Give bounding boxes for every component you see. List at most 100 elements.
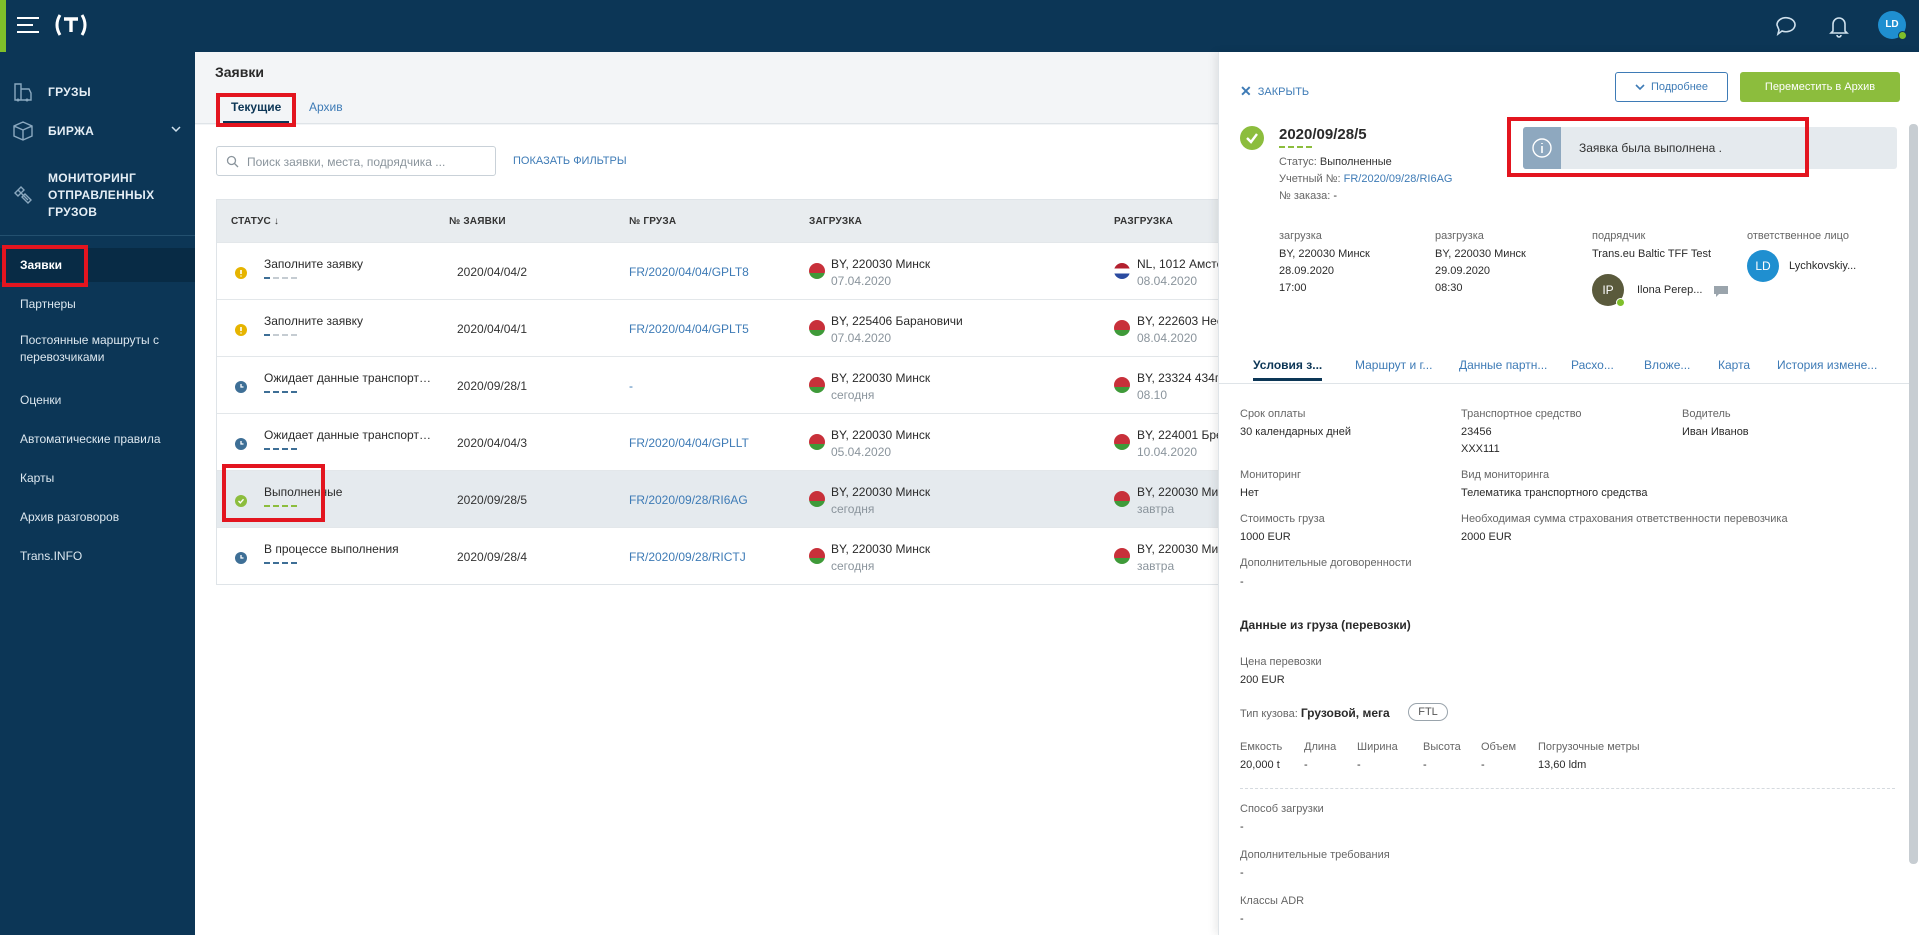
table-body: Заполните заявку 2020/04/04/2 FR/2020/04/0…	[217, 242, 1227, 584]
sidebar-item-exchange[interactable]: БИРЖА	[0, 112, 195, 148]
unloading-place: NL, 1012 Амстердам	[1137, 257, 1227, 271]
search-input[interactable]	[247, 152, 487, 172]
tab-route[interactable]: Маршрут и г...	[1355, 358, 1432, 372]
warning-icon	[235, 267, 247, 279]
tab-partner-data[interactable]: Данные партн...	[1459, 358, 1547, 372]
cargo-number-link[interactable]: FR/2020/09/28/RI6AG	[629, 493, 748, 507]
cargo-number-link[interactable]: FR/2020/04/04/GPLT5	[629, 322, 749, 336]
tab-attachments[interactable]: Вложе...	[1644, 358, 1690, 372]
contractor-person[interactable]: Ilona Perep...	[1637, 284, 1702, 296]
chat-icon[interactable]	[1773, 13, 1799, 39]
responsible-name[interactable]: Lychkovskiy...	[1789, 260, 1856, 272]
responsible-avatar[interactable]: LD	[1747, 250, 1779, 282]
sidebar-item-orders[interactable]: Заявки	[0, 248, 195, 282]
loading-date: сегодня	[831, 559, 875, 573]
tab-map[interactable]: Карта	[1718, 358, 1750, 372]
sidebar-item-partners[interactable]: Партнеры	[0, 287, 195, 321]
belarus-flag-icon	[1114, 320, 1130, 336]
loading-date: 05.04.2020	[831, 445, 892, 459]
progress-dashes	[264, 505, 298, 508]
order-number: 2020/09/28/1	[457, 379, 528, 393]
order-number: 2020/04/04/3	[457, 436, 528, 450]
sidebar-item-monitoring[interactable]: МОНИТОРИНГ ОТПРАВЛЕННЫХ ГРУЗОВ	[0, 162, 195, 222]
table-row[interactable]: Выполненные 2020/09/28/5 FR/2020/09/28/RI6…	[217, 470, 1227, 527]
user-avatar[interactable]: LD	[1878, 11, 1907, 40]
cargo-number-link[interactable]: FR/2020/04/04/GPLLT	[629, 436, 749, 450]
netherlands-flag-icon	[1114, 263, 1130, 279]
close-icon: ✕	[1240, 83, 1252, 99]
message-icon[interactable]	[1714, 286, 1728, 297]
unloading-date: 08.04.2020	[1137, 331, 1198, 345]
close-button[interactable]: ✕ ЗАКРЫТЬ	[1240, 82, 1309, 99]
panel-scrollbar[interactable]	[1909, 124, 1918, 864]
vehicle-value: 23456	[1461, 426, 1492, 438]
cargo-number-link[interactable]: -	[629, 379, 633, 393]
extra-agreements-label: Дополнительные договоренности	[1240, 557, 1412, 569]
order-number: 2020/09/28/5	[1279, 126, 1367, 143]
page-title: Заявки	[215, 64, 264, 80]
sidebar-item-auto-rules[interactable]: Автоматические правила	[0, 422, 195, 456]
clock-icon	[235, 381, 247, 393]
belarus-flag-icon	[1114, 548, 1130, 564]
payment-term-label: Срок оплаты	[1240, 408, 1306, 420]
status-text: В процессе выполнения	[264, 542, 399, 556]
cargo-number-link[interactable]: FR/2020/04/04/GPLT8	[629, 265, 749, 279]
loading-place: BY, 220030 Минск	[1279, 248, 1370, 260]
cargo-number-link[interactable]: FR/2020/09/28/RICTJ	[629, 550, 746, 564]
satellite-icon	[14, 186, 32, 204]
unloading-date: завтра	[1137, 502, 1175, 516]
table-row[interactable]: В процессе выполнения 2020/09/28/4 FR/2020…	[217, 527, 1227, 584]
table-row[interactable]: Ожидает данные транспортн... 2020/09/28/1…	[217, 356, 1226, 413]
sidebar-item-ratings[interactable]: Оценки	[0, 383, 195, 417]
account-number-link[interactable]: FR/2020/09/28/RI6AG	[1344, 173, 1453, 185]
belarus-flag-icon	[809, 548, 825, 564]
contractor-avatar[interactable]: IP	[1592, 274, 1625, 307]
order-number: 2020/04/04/1	[457, 322, 528, 336]
table-row[interactable]: Заполните заявку 2020/04/04/2 FR/2020/04/0…	[217, 242, 1227, 299]
monitoring-type-value: Телематика транспортного средства	[1461, 487, 1648, 499]
height-value: -	[1423, 759, 1427, 771]
more-details-button[interactable]: Подробнее	[1615, 72, 1728, 102]
contractor-initials: IP	[1602, 283, 1614, 297]
table-row[interactable]: Ожидает данные транспортн... 2020/04/04/3…	[217, 413, 1227, 470]
section-divider	[1240, 788, 1895, 789]
sidebar-item-label: Постоянные маршруты с перевозчиками	[20, 333, 159, 364]
tab-conditions[interactable]: Условия з...	[1253, 358, 1323, 381]
loading-meters-label: Погрузочные метры	[1538, 741, 1640, 753]
menu-icon[interactable]	[17, 15, 39, 35]
account-line: Учетный №: FR/2020/09/28/RI6AG	[1279, 173, 1452, 185]
sidebar-item-routes[interactable]: Постоянные маршруты с перевозчиками	[0, 326, 180, 372]
bell-icon[interactable]	[1826, 13, 1852, 39]
volume-label: Объем	[1481, 741, 1517, 753]
belarus-flag-icon	[809, 320, 825, 336]
body-type-line: Тип кузова: Грузовой, мега	[1240, 706, 1390, 720]
sidebar-item-maps[interactable]: Карты	[0, 461, 195, 495]
trans-logo-icon[interactable]	[52, 12, 90, 38]
tab-history[interactable]: История измене...	[1777, 358, 1877, 372]
sidebar: ГРУЗЫ БИРЖА МОНИТОРИНГ ОТПРАВЛЕННЫХ ГРУЗ…	[0, 52, 195, 935]
responsible-label: ответственное лицо	[1747, 230, 1849, 242]
sidebar-item-chat-archive[interactable]: Архив разговоров	[0, 500, 195, 534]
order-line: № заказа: -	[1279, 190, 1337, 202]
tab-expenses[interactable]: Расхо...	[1571, 358, 1614, 372]
status-text: Заполните заявку	[264, 257, 363, 271]
status-text: Ожидает данные транспортн...	[264, 371, 434, 385]
sidebar-item-label: МОНИТОРИНГ ОТПРАВЛЕННЫХ ГРУЗОВ	[48, 171, 155, 219]
body-type-value: Грузовой, мега	[1300, 706, 1390, 720]
tab-archive[interactable]: Архив	[301, 96, 351, 124]
sidebar-item-label: БИРЖА	[48, 124, 95, 138]
contractor-company[interactable]: Trans.eu Baltic TFF Test	[1592, 246, 1711, 263]
sidebar-item-label: Архив разговоров	[20, 510, 120, 524]
adr-classes-value: -	[1240, 913, 1244, 925]
move-to-archive-button[interactable]: Переместить в Архив	[1740, 72, 1900, 102]
belarus-flag-icon	[809, 263, 825, 279]
status-text: Выполненные	[264, 485, 343, 499]
show-filters-link[interactable]: ПОКАЗАТЬ ФИЛЬТРЫ	[513, 155, 627, 167]
sidebar-item-transinfo[interactable]: Trans.INFO	[0, 539, 195, 573]
progress-dashes	[264, 562, 298, 565]
table-row[interactable]: Заполните заявку 2020/04/04/1 FR/2020/04/0…	[217, 299, 1227, 356]
tab-current[interactable]: Текущие	[223, 96, 290, 124]
sidebar-item-cargo[interactable]: ГРУЗЫ	[0, 73, 195, 109]
column-header-status[interactable]: СТАТУС ↓	[231, 216, 279, 227]
unloading-place: BY, 220030 Минск	[1137, 542, 1227, 556]
